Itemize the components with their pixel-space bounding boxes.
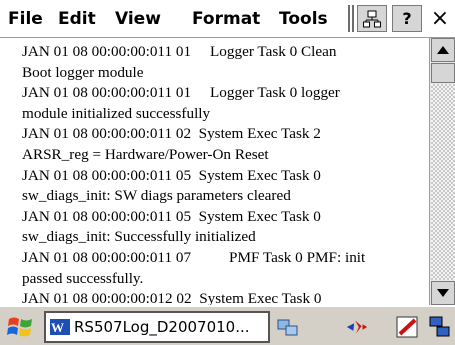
log-line: JAN 01 08 00:00:00:011 07 PMF Task 0 PMF… xyxy=(22,248,366,266)
windows-flag-icon xyxy=(7,317,32,337)
log-line: sw_diags_init: Successfully initialized xyxy=(22,228,256,246)
menu-tools[interactable]: Tools xyxy=(279,8,328,30)
log-line: Boot logger module xyxy=(22,63,144,81)
network-button[interactable] xyxy=(357,5,387,32)
close-button[interactable]: × xyxy=(425,5,455,32)
log-lines: JAN 01 08 00:00:00:011 01 Logger Task 0 … xyxy=(0,38,429,305)
menu-view[interactable]: View xyxy=(115,8,161,30)
log-line: JAN 01 08 00:00:00:011 05 System Exec Ta… xyxy=(22,166,321,184)
log-line: JAN 01 08 00:00:00:011 02 System Exec Ta… xyxy=(22,125,321,143)
scroll-track[interactable] xyxy=(431,84,455,280)
vertical-scrollbar[interactable] xyxy=(429,38,455,305)
log-line: ARSR_reg = Hardware/Power-On Reset xyxy=(22,145,269,163)
log-line: sw_diags_init: SW diags parameters clear… xyxy=(22,187,291,205)
start-button[interactable] xyxy=(4,312,38,342)
wordpad-icon: W xyxy=(50,317,70,337)
taskbar: W RS507Log_D2007010... xyxy=(0,305,455,345)
scroll-thumb[interactable] xyxy=(431,63,455,83)
network-icon xyxy=(363,10,381,27)
menu-bar: File Edit View Format Tools ? × xyxy=(0,0,455,38)
log-line: JAN 01 08 00:00:00:011 05 System Exec Ta… xyxy=(22,207,321,225)
task-button-label: RS507Log_D2007010... xyxy=(74,318,250,336)
log-line: JAN 01 08 00:00:00:011 01 Logger Task 0 … xyxy=(22,84,340,102)
arrow-down-icon xyxy=(437,289,449,297)
scroll-up-button[interactable] xyxy=(431,38,455,62)
scroll-down-button[interactable] xyxy=(431,281,455,305)
log-line: JAN 01 08 00:00:00:012 02 System Exec Ta… xyxy=(22,290,322,305)
sync-status-icon[interactable] xyxy=(345,315,369,339)
menu-file[interactable]: File xyxy=(8,8,43,30)
menu-edit[interactable]: Edit xyxy=(58,8,96,30)
desktop-switch-icon[interactable] xyxy=(428,315,452,339)
log-line: JAN 01 08 00:00:00:011 01 Logger Task 0 … xyxy=(22,43,337,60)
connection-icon[interactable] xyxy=(276,315,300,339)
arrow-up-icon xyxy=(437,46,449,54)
toolbar-grip[interactable] xyxy=(348,5,354,32)
svg-text:W: W xyxy=(51,320,64,335)
log-line: module initialized successfully xyxy=(22,104,211,122)
help-button[interactable]: ? xyxy=(392,5,422,32)
task-button-rs507log[interactable]: W RS507Log_D2007010... xyxy=(44,311,270,343)
log-text-area[interactable]: JAN 01 08 00:00:00:011 01 Logger Task 0 … xyxy=(0,38,429,305)
pen-input-icon[interactable] xyxy=(396,315,420,339)
menu-format[interactable]: Format xyxy=(192,8,260,30)
log-line: passed successfully. xyxy=(22,269,144,287)
